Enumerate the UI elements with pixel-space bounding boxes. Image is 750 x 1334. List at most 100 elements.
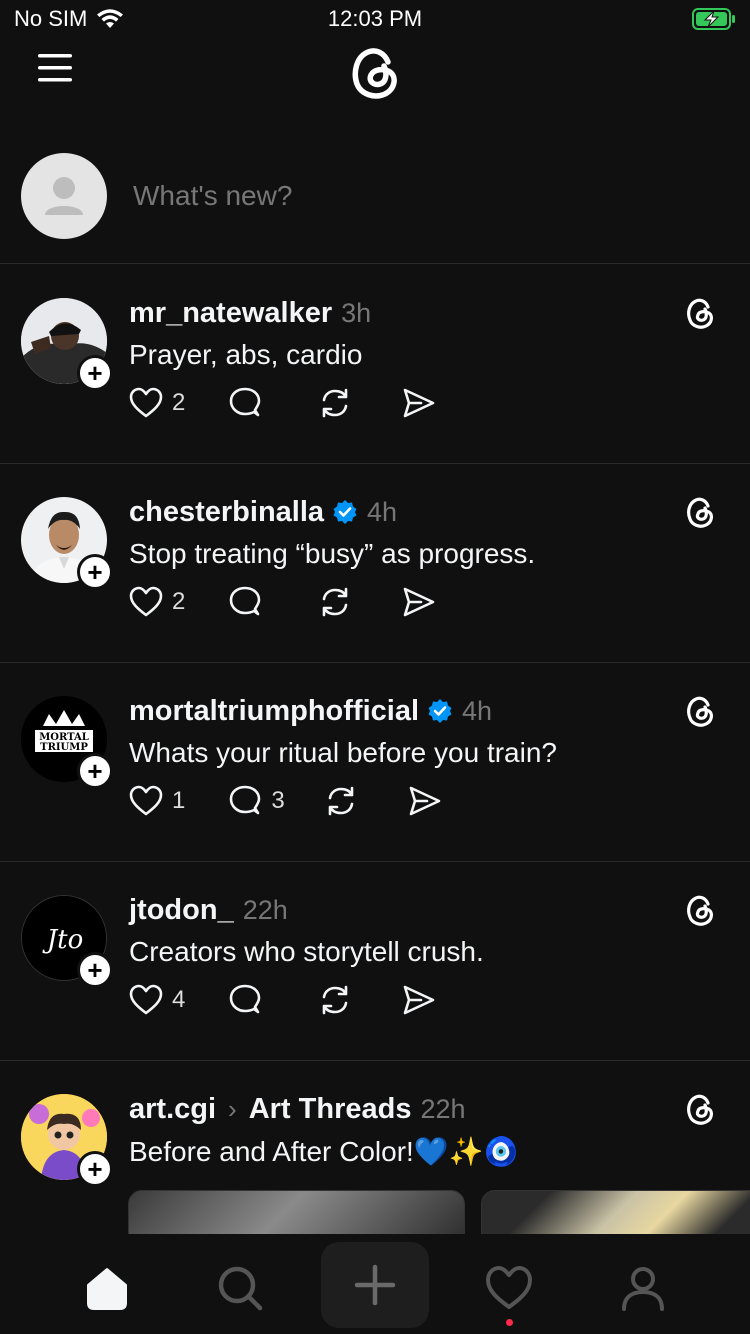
username[interactable]: mr_natewalker [129, 297, 332, 330]
timestamp: 4h [367, 496, 398, 527]
user-avatar[interactable] [21, 153, 107, 239]
thread-post[interactable]: + mr_natewalker 3h Prayer, abs, cardio 2 [0, 265, 750, 464]
follow-button[interactable]: + [77, 753, 113, 789]
threads-mark-icon[interactable] [682, 892, 718, 928]
profile-icon [622, 1267, 664, 1311]
timestamp: 22h [242, 894, 288, 925]
username[interactable]: chesterbinalla [129, 496, 324, 529]
username[interactable]: jtodon_ [129, 894, 234, 927]
send-icon [404, 985, 435, 1015]
default-avatar-icon [45, 177, 83, 215]
status-bar: No SIM 12:03 PM [0, 0, 750, 40]
threads-mark-icon[interactable] [682, 1091, 718, 1127]
post-text[interactable]: Before and After Color!💙✨🧿 [129, 1135, 518, 1168]
clock: 12:03 PM [327, 6, 423, 31]
repost-button[interactable] [317, 383, 353, 423]
send-icon [404, 587, 435, 617]
repost-button[interactable] [317, 582, 353, 622]
follow-button[interactable]: + [77, 554, 113, 590]
tab-activity[interactable] [479, 1258, 539, 1318]
heart-icon [129, 387, 163, 418]
tab-profile[interactable] [613, 1258, 673, 1318]
share-button[interactable] [401, 980, 437, 1020]
thread-post[interactable]: + chesterbinalla 4h Stop treating “busy”… [0, 464, 750, 663]
threads-mark-icon[interactable] [682, 295, 718, 331]
follow-button[interactable]: + [77, 355, 113, 391]
post-header: mr_natewalker 3h [129, 295, 371, 331]
verified-badge-icon [333, 500, 357, 524]
composer[interactable]: What's new? [0, 150, 750, 264]
composer-placeholder[interactable]: What's new? [133, 180, 292, 212]
timestamp: 4h [462, 695, 493, 726]
post-header: chesterbinalla 4h [129, 494, 397, 530]
menu-icon[interactable] [36, 52, 74, 84]
threads-logo-icon[interactable] [344, 42, 406, 104]
notification-dot [506, 1319, 513, 1326]
plus-icon [354, 1264, 396, 1306]
like-button[interactable]: 2 [128, 582, 185, 622]
comment-icon [230, 387, 261, 417]
svg-text:Jto: Jto [42, 925, 84, 955]
tab-bar [0, 1234, 750, 1334]
tab-search[interactable] [210, 1258, 270, 1318]
topic-tag[interactable]: Art Threads [249, 1093, 412, 1126]
svg-text:TRIUMP: TRIUMP [40, 742, 88, 753]
comment-icon [230, 586, 261, 616]
repost-icon [323, 587, 348, 617]
verified-badge-icon [428, 699, 452, 723]
send-icon [409, 786, 441, 816]
repost-icon [323, 388, 348, 418]
timestamp: 3h [341, 297, 372, 328]
heart-icon [129, 984, 163, 1015]
post-text[interactable]: Prayer, abs, cardio [129, 339, 362, 371]
heart-icon [129, 586, 163, 617]
post-actions: 1 3 [128, 781, 443, 821]
repost-icon [323, 985, 348, 1015]
timestamp: 22h [420, 1093, 466, 1124]
username[interactable]: mortaltriumphofficial [129, 695, 419, 728]
comment-icon [230, 984, 261, 1014]
chevron-right-icon: › [228, 1093, 237, 1124]
search-icon [218, 1266, 263, 1311]
reply-count: 3 [271, 787, 285, 814]
like-count: 2 [172, 588, 186, 615]
share-button[interactable] [407, 781, 443, 821]
tab-compose[interactable] [321, 1242, 429, 1328]
username[interactable]: art.cgi [129, 1093, 216, 1126]
heart-icon [486, 1266, 532, 1309]
post-actions: 2 [128, 582, 437, 622]
post-media-row [128, 1190, 750, 1236]
share-button[interactable] [401, 383, 437, 423]
reply-button[interactable]: 3 [227, 781, 285, 821]
thread-post[interactable]: Jto + jtodon_ 22h Creators who storytell… [0, 862, 750, 1061]
media-image-after[interactable] [481, 1190, 750, 1236]
tab-home[interactable] [77, 1258, 137, 1318]
reply-button[interactable] [227, 980, 271, 1020]
media-image-before[interactable] [128, 1190, 465, 1236]
repost-icon [328, 786, 354, 816]
post-text[interactable]: Creators who storytell crush. [129, 936, 484, 968]
repost-button[interactable] [323, 781, 359, 821]
like-button[interactable]: 4 [128, 980, 185, 1020]
reply-button[interactable] [227, 582, 271, 622]
repost-button[interactable] [317, 980, 353, 1020]
post-actions: 4 [128, 980, 437, 1020]
send-icon [404, 388, 435, 418]
post-text[interactable]: Whats your ritual before you train? [129, 737, 557, 769]
post-actions: 2 [128, 383, 437, 423]
comment-icon [230, 785, 261, 815]
thread-post[interactable]: MORTAL TRIUMP + mortaltriumphofficial 4h… [0, 663, 750, 862]
like-button[interactable]: 1 [128, 781, 185, 821]
like-count: 4 [172, 986, 186, 1013]
follow-button[interactable]: + [77, 1151, 113, 1187]
threads-mark-icon[interactable] [682, 693, 718, 729]
share-button[interactable] [401, 582, 437, 622]
post-text[interactable]: Stop treating “busy” as progress. [129, 538, 535, 570]
post-header: mortaltriumphofficial 4h [129, 693, 492, 729]
follow-button[interactable]: + [77, 952, 113, 988]
top-bar [0, 40, 750, 110]
like-button[interactable]: 2 [128, 383, 185, 423]
threads-mark-icon[interactable] [682, 494, 718, 530]
like-count: 2 [172, 389, 186, 416]
reply-button[interactable] [227, 383, 271, 423]
